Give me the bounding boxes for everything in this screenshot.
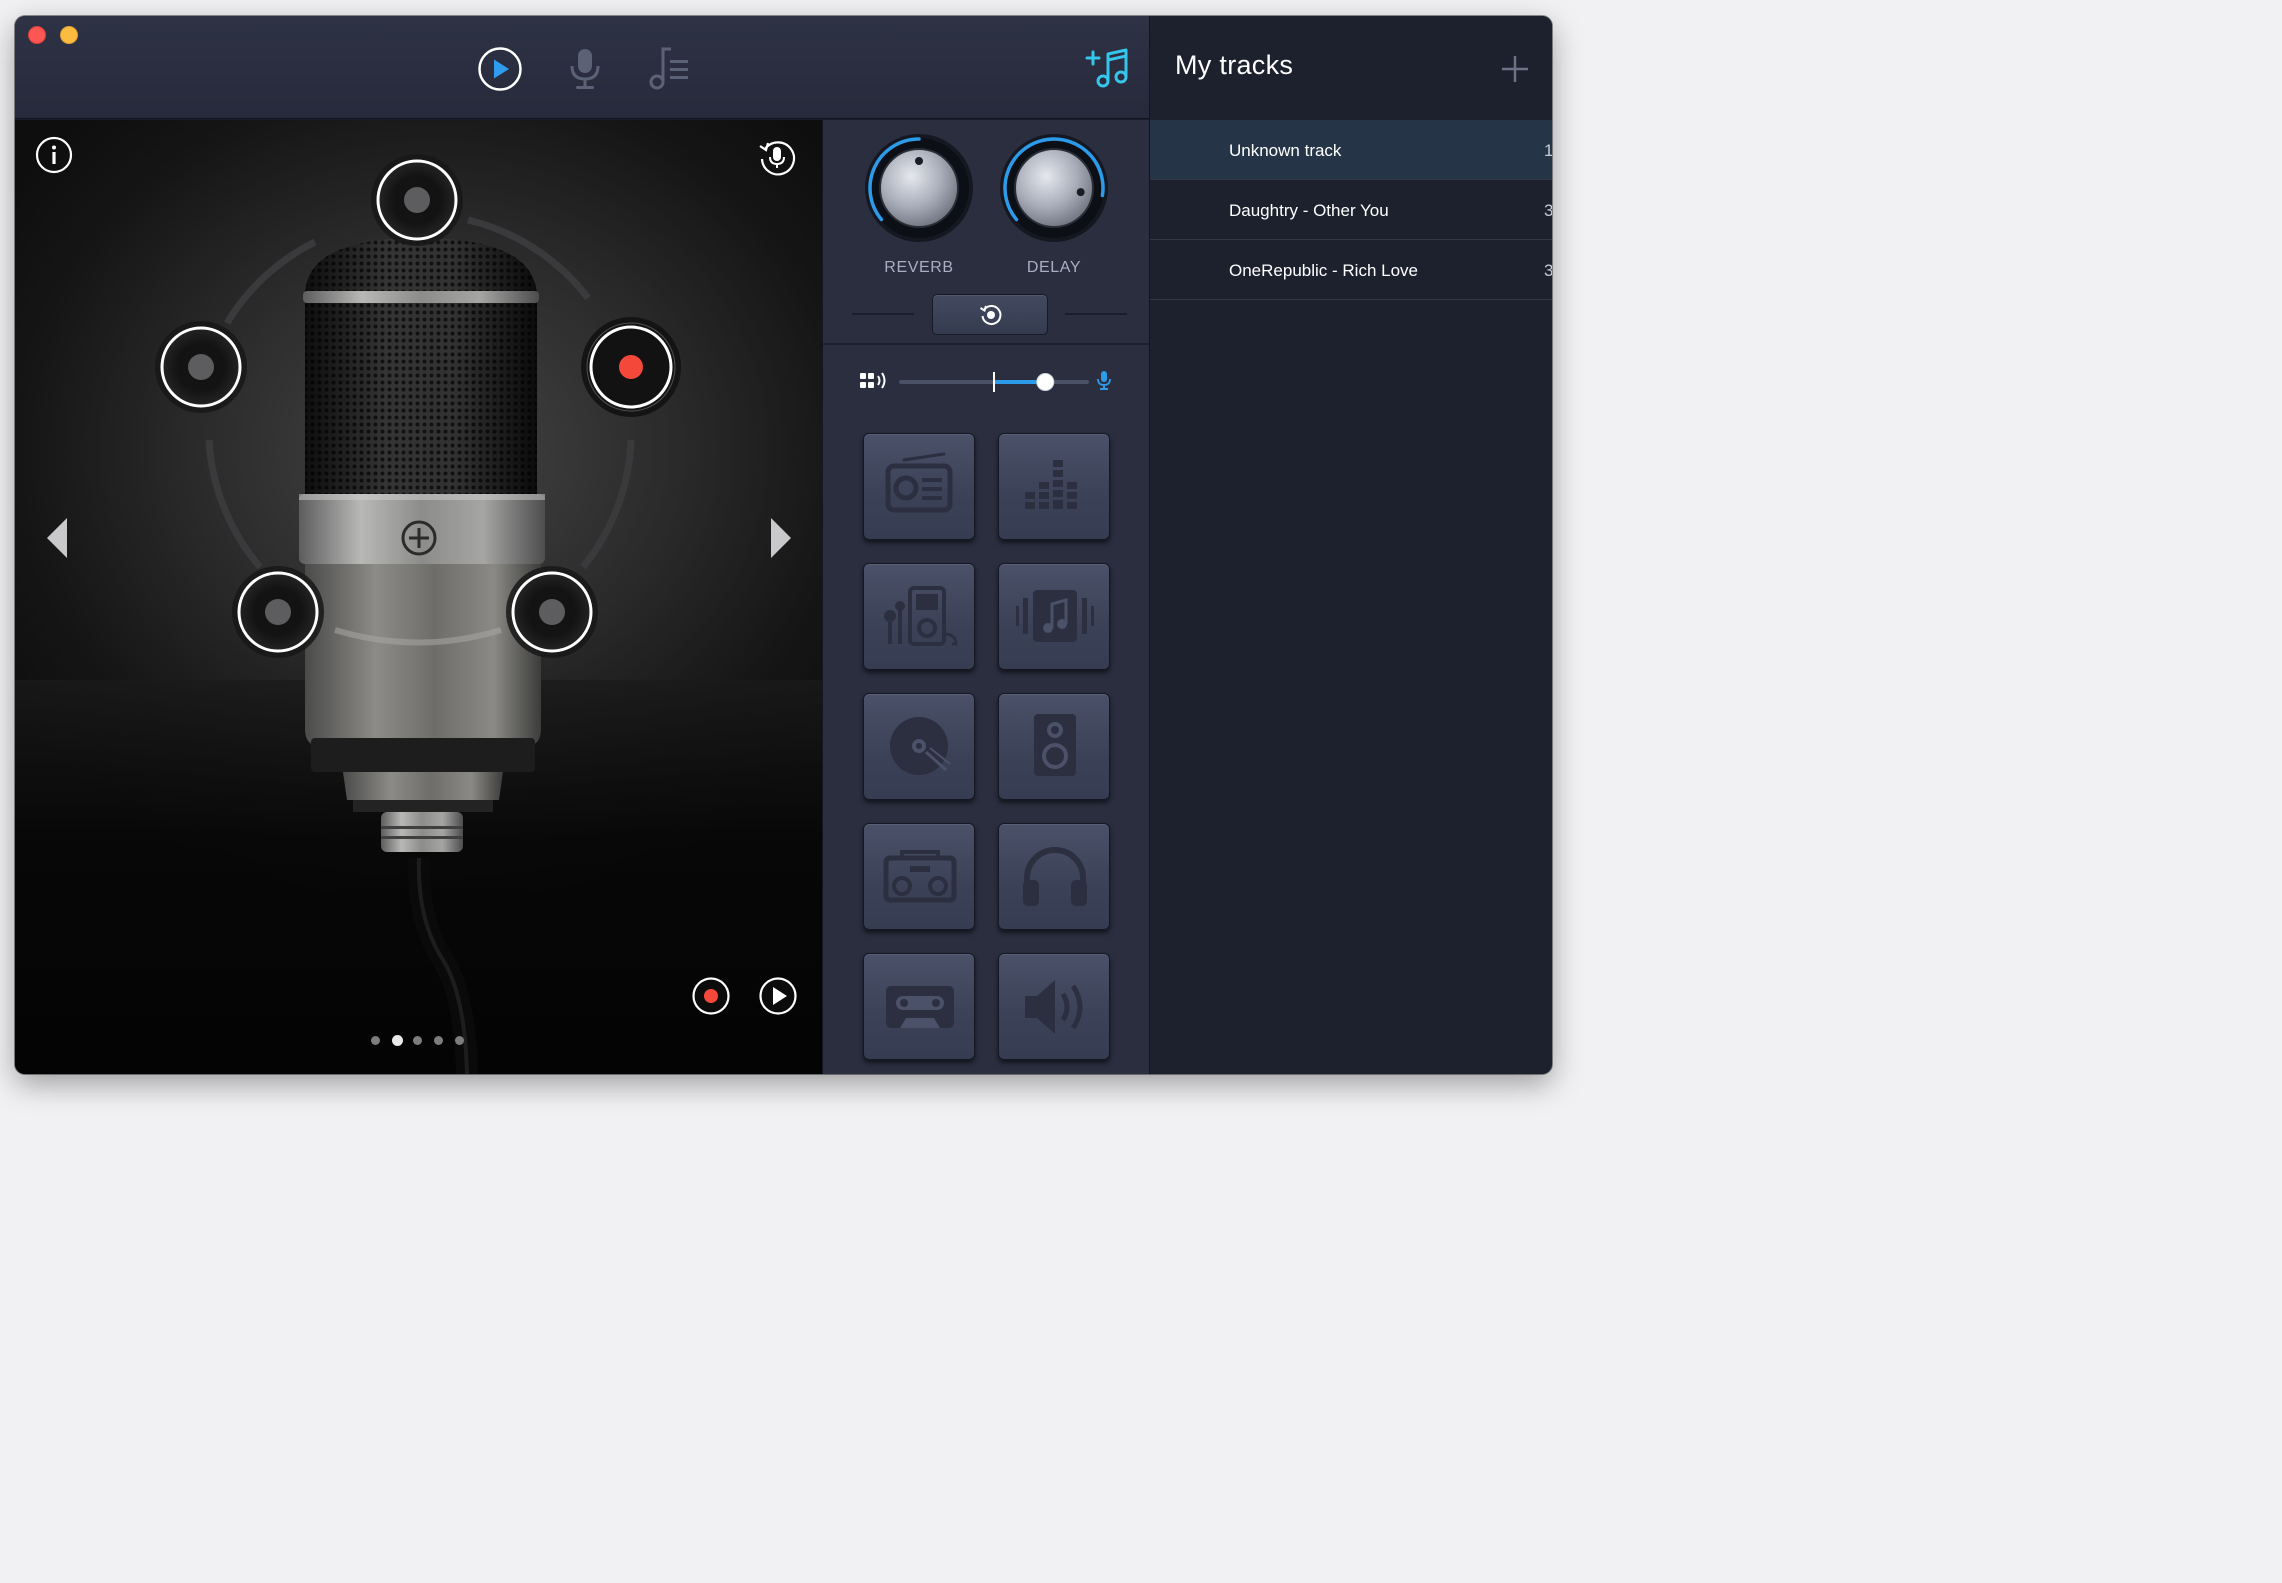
speaker-icon	[1034, 714, 1076, 776]
effects-panel: REVERB DELAY	[822, 120, 1150, 1074]
vinyl-disc-icon	[890, 717, 951, 775]
track-row[interactable]: Unknown track 1	[1150, 120, 1552, 180]
page-dot[interactable]	[434, 1036, 443, 1045]
chevron-left-icon[interactable]	[45, 516, 71, 560]
chevron-right-icon[interactable]	[767, 516, 793, 560]
microphone-illustration	[155, 154, 681, 1074]
music-album-icon	[1016, 590, 1094, 642]
preset-music-album-button[interactable]	[998, 563, 1110, 670]
music-player-icon	[884, 586, 958, 646]
headphones-icon	[1023, 847, 1087, 906]
reset-effects-button[interactable]	[932, 294, 1048, 335]
page-dot[interactable]	[455, 1036, 464, 1045]
boombox-icon	[883, 850, 957, 903]
mic-volume-icon	[1097, 371, 1111, 390]
music-list-icon[interactable]	[647, 44, 693, 92]
play-button[interactable]	[758, 976, 798, 1016]
microphone-stage	[15, 120, 822, 1074]
mix-slider[interactable]	[899, 372, 1089, 392]
preset-volume-button[interactable]	[998, 953, 1110, 1060]
cassette-icon	[886, 986, 954, 1028]
preset-radio-button[interactable]	[863, 433, 975, 540]
app-window: REVERB DELAY My tracks Unknown track 1 D…	[15, 16, 1552, 1074]
reverb-knob[interactable]	[863, 132, 975, 244]
page-indicator	[371, 1034, 471, 1046]
preset-music-player-button[interactable]	[863, 563, 975, 670]
window-close-button[interactable]	[28, 26, 46, 44]
track-name: OneRepublic - Rich Love	[1229, 261, 1418, 280]
voice-effect-top[interactable]	[371, 154, 463, 246]
preset-cassette-button[interactable]	[863, 953, 975, 1060]
voice-effect-upper-right[interactable]	[581, 317, 681, 417]
track-name: Unknown track	[1229, 141, 1342, 160]
track-list: Unknown track 1 Daughtry - Other You 3 O…	[1150, 120, 1552, 300]
sidebar-title: My tracks	[1175, 50, 1294, 80]
mic-reset-icon[interactable]	[757, 137, 797, 177]
track-name: Daughtry - Other You	[1229, 201, 1389, 220]
track-count: 1	[1544, 141, 1552, 160]
track-row[interactable]: Daughtry - Other You 3	[1150, 180, 1552, 240]
preset-equalizer-button[interactable]	[998, 433, 1110, 540]
reset-icon	[979, 305, 1002, 325]
page-dot[interactable]	[413, 1036, 422, 1045]
track-row[interactable]: OneRepublic - Rich Love 3	[1150, 240, 1552, 300]
page-dot[interactable]	[392, 1035, 403, 1046]
preset-headphones-button[interactable]	[998, 823, 1110, 930]
mix-row	[823, 362, 1150, 402]
toolbar	[15, 16, 1149, 119]
sidebar-header: My tracks	[1150, 16, 1552, 119]
radio-icon	[885, 452, 953, 513]
voice-effect-lower-right[interactable]	[506, 566, 598, 658]
reverb-label: REVERB	[884, 259, 954, 276]
track-count: 3	[1544, 261, 1552, 280]
window-minimize-button[interactable]	[60, 26, 78, 44]
page-dot[interactable]	[371, 1036, 380, 1045]
volume-icon	[1025, 980, 1083, 1034]
knob-area: REVERB DELAY	[823, 120, 1150, 345]
my-tracks-sidebar: My tracks Unknown track 1 Daughtry - Oth…	[1149, 16, 1552, 1074]
info-icon[interactable]	[35, 136, 73, 174]
preset-boombox-button[interactable]	[863, 823, 975, 930]
preset-vinyl-disc-button[interactable]	[863, 693, 975, 800]
record-button[interactable]	[691, 976, 731, 1016]
delay-knob[interactable]	[998, 132, 1110, 244]
plus-icon[interactable]	[1499, 53, 1531, 85]
microphone-icon[interactable]	[565, 46, 605, 92]
preset-speaker-button[interactable]	[998, 693, 1110, 800]
track-count: 3	[1544, 201, 1552, 220]
voice-effect-upper-left[interactable]	[155, 321, 247, 413]
voice-effect-lower-left[interactable]	[232, 566, 324, 658]
music-volume-icon	[860, 372, 886, 389]
add-music-icon[interactable]	[1083, 46, 1131, 90]
delay-label: DELAY	[1026, 259, 1082, 276]
play-circle-icon[interactable]	[477, 46, 523, 92]
equalizer-icon	[1025, 460, 1077, 509]
